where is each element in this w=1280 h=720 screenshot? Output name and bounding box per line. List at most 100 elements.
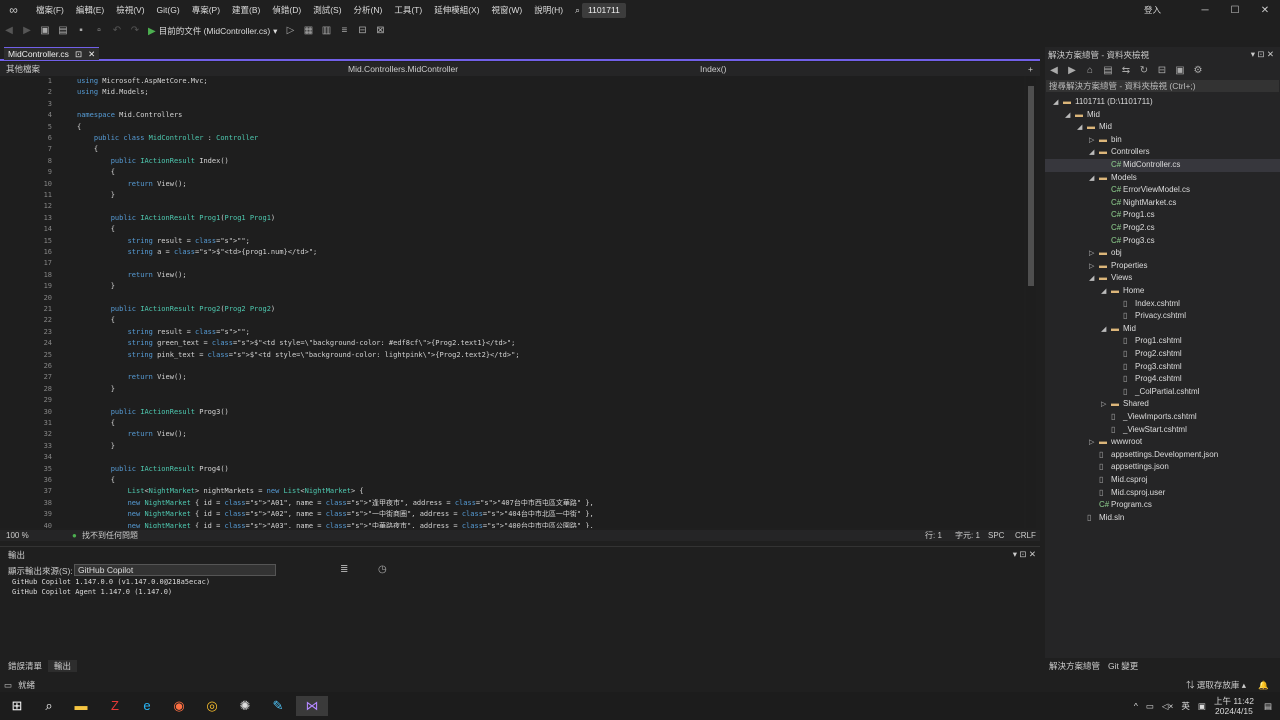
output-source-select[interactable]: GitHub Copilot bbox=[74, 564, 276, 576]
clock-icon[interactable]: ◷ bbox=[378, 564, 387, 575]
code-line[interactable]: 1 using Microsoft.AspNetCore.Mvc; bbox=[0, 76, 1024, 87]
refresh-icon[interactable]: ↻ bbox=[1137, 64, 1151, 78]
tree-item[interactable]: C# ErrorViewModel.cs bbox=[1045, 184, 1280, 197]
tree-item[interactable]: ▯ Prog2.cshtml bbox=[1045, 348, 1280, 361]
tree-item[interactable]: ▷ ▬ wwwroot bbox=[1045, 436, 1280, 449]
new-project-icon[interactable]: ▣ bbox=[38, 24, 52, 38]
save-all-icon[interactable]: ▫ bbox=[92, 24, 106, 38]
visual-studio-logo-icon[interactable]: ∞ bbox=[6, 3, 21, 18]
code-line[interactable]: 40 new NightMarket { id = class="s">"A03… bbox=[0, 521, 1024, 528]
undo-icon[interactable]: ↶ bbox=[110, 24, 124, 38]
sync-icon[interactable]: ⇆ bbox=[1119, 64, 1133, 78]
ime-icon[interactable]: ▣ bbox=[1198, 701, 1206, 712]
menu-item[interactable]: 檢視(V) bbox=[110, 0, 150, 21]
network-icon[interactable]: ▭ bbox=[1146, 701, 1154, 712]
side-tab[interactable]: 解決方案總管 bbox=[1045, 660, 1104, 672]
code-line[interactable]: 38 new NightMarket { id = class="s">"A01… bbox=[0, 498, 1024, 509]
menu-item[interactable]: 編輯(E) bbox=[70, 0, 110, 21]
menu-item[interactable]: 說明(H) bbox=[528, 0, 569, 21]
show-all-files-icon[interactable]: ▣ bbox=[1173, 64, 1187, 78]
code-line[interactable]: 21 public IActionResult Prog2(Prog2 Prog… bbox=[0, 304, 1024, 315]
bookmark-icon[interactable]: ⊠ bbox=[373, 24, 387, 38]
tree-item[interactable]: ◢ ▬ Mid bbox=[1045, 323, 1280, 336]
tree-item[interactable]: ◢ ▬ Mid bbox=[1045, 109, 1280, 122]
settings-icon[interactable]: ⚙ bbox=[1191, 64, 1205, 78]
start-debugging-button[interactable]: ▶ 目前的文件 (MidController.cs) ▾ bbox=[144, 25, 281, 37]
code-line[interactable]: 5{ bbox=[0, 122, 1024, 133]
chrome-icon[interactable]: ◎ bbox=[201, 696, 223, 716]
code-line[interactable]: 27 return View(); bbox=[0, 372, 1024, 383]
tab-midcontroller[interactable]: MidController.cs ⊡ ✕ bbox=[4, 47, 100, 60]
bottom-tab[interactable]: 輸出 bbox=[48, 659, 78, 672]
code-line[interactable]: 39 new NightMarket { id = class="s">"A02… bbox=[0, 509, 1024, 520]
menu-item[interactable]: 延伸模組(X) bbox=[428, 0, 485, 21]
filezilla-icon[interactable]: Z bbox=[104, 696, 126, 716]
tree-item[interactable]: ▷ ▬ bin bbox=[1045, 134, 1280, 147]
code-line[interactable]: 13 public IActionResult Prog1(Prog1 Prog… bbox=[0, 213, 1024, 224]
code-line[interactable]: 37 List<NightMarket> nightMarkets = new … bbox=[0, 486, 1024, 497]
tree-item[interactable]: C# MidController.cs bbox=[1045, 159, 1280, 172]
code-line[interactable]: 23 string result = class="s">""; bbox=[0, 327, 1024, 338]
tree-item[interactable]: C# Prog1.cs bbox=[1045, 209, 1280, 222]
code-line[interactable]: 12 bbox=[0, 201, 1024, 212]
scrollbar-thumb[interactable] bbox=[1028, 86, 1034, 286]
editor-scrollbar[interactable] bbox=[1026, 76, 1036, 528]
tree-item[interactable]: ▯ Prog3.cshtml bbox=[1045, 361, 1280, 374]
line-indicator[interactable]: 行: 1 bbox=[925, 530, 942, 541]
code-line[interactable]: 17 bbox=[0, 258, 1024, 269]
code-line[interactable]: 11 } bbox=[0, 190, 1024, 201]
code-line[interactable]: 16 string a = class="s">$"<td>{prog1.num… bbox=[0, 247, 1024, 258]
home-icon[interactable]: ⌂ bbox=[1083, 64, 1097, 78]
notepad-icon[interactable]: ✎ bbox=[267, 696, 289, 716]
firefox-icon[interactable]: ◉ bbox=[168, 696, 190, 716]
redo-icon[interactable]: ↷ bbox=[128, 24, 142, 38]
save-icon[interactable]: ▪ bbox=[74, 24, 88, 38]
code-line[interactable]: 10 return View(); bbox=[0, 179, 1024, 190]
menu-item[interactable]: Git(G) bbox=[151, 0, 186, 21]
code-line[interactable]: 30 public IActionResult Prog3() bbox=[0, 407, 1024, 418]
line-ending-indicator[interactable]: CRLF bbox=[1015, 530, 1036, 541]
menu-item[interactable]: 分析(N) bbox=[348, 0, 389, 21]
spacing-indicator[interactable]: SPC bbox=[988, 530, 1004, 541]
code-line[interactable]: 26 bbox=[0, 361, 1024, 372]
toolbox-icon[interactable]: ▦ bbox=[301, 24, 315, 38]
clock[interactable]: 上午 11:42 2024/4/15 bbox=[1214, 696, 1254, 716]
code-editor[interactable]: 1 using Microsoft.AspNetCore.Mvc; 2 using M… bbox=[0, 76, 1024, 528]
tree-item[interactable]: ◢ ▬ 1101711 (D:\1101711) bbox=[1045, 96, 1280, 109]
tree-item[interactable]: ◢ ▬ Models bbox=[1045, 172, 1280, 185]
minimize-icon[interactable]: ─ bbox=[1190, 0, 1220, 21]
solution-name-badge[interactable]: 1101711 bbox=[582, 3, 626, 18]
close-icon[interactable]: ✕ bbox=[1250, 0, 1280, 21]
code-line[interactable]: 34 bbox=[0, 452, 1024, 463]
tree-item[interactable]: ▯ appsettings.json bbox=[1045, 461, 1280, 474]
tree-item[interactable]: ▯ _ViewImports.cshtml bbox=[1045, 411, 1280, 424]
start-without-debugging-icon[interactable]: ▷ bbox=[283, 24, 297, 38]
code-line[interactable]: 4 namespace Mid.Controllers bbox=[0, 110, 1024, 121]
tree-item[interactable]: ◢ ▬ Home bbox=[1045, 285, 1280, 298]
solution-explorer-search[interactable]: 搜尋解決方案總管 - 資料夾檢視 (Ctrl+;) bbox=[1046, 80, 1279, 92]
menu-item[interactable]: 建置(B) bbox=[226, 0, 266, 21]
code-line[interactable]: 35 public IActionResult Prog4() bbox=[0, 464, 1024, 475]
code-line[interactable]: 8 public IActionResult Index() bbox=[0, 156, 1024, 167]
code-line[interactable]: 7 { bbox=[0, 144, 1024, 155]
code-line[interactable]: 33 } bbox=[0, 441, 1024, 452]
tree-item[interactable]: ◢ ▬ Controllers bbox=[1045, 146, 1280, 159]
forward-icon[interactable]: ▶ bbox=[1065, 64, 1079, 78]
code-line[interactable]: 28 } bbox=[0, 384, 1024, 395]
notifications-icon[interactable]: 🔔 bbox=[1258, 679, 1269, 691]
menu-item[interactable]: 測試(S) bbox=[307, 0, 347, 21]
side-tab[interactable]: Git 變更 bbox=[1104, 660, 1142, 672]
tree-item[interactable]: ▯ _ColPartial.cshtml bbox=[1045, 386, 1280, 399]
code-line[interactable]: 20 bbox=[0, 293, 1024, 304]
word-wrap-icon[interactable]: ≣ bbox=[340, 564, 348, 575]
code-line[interactable]: 22 { bbox=[0, 315, 1024, 326]
project-dropdown[interactable]: 其他檔案 bbox=[6, 62, 40, 76]
member-dropdown[interactable]: Index() bbox=[700, 62, 726, 76]
code-line[interactable]: 3 bbox=[0, 99, 1024, 110]
layout-icon[interactable]: ▥ bbox=[319, 24, 333, 38]
bottom-tab[interactable]: 錯誤清單 bbox=[2, 660, 48, 672]
menu-item[interactable]: 檔案(F) bbox=[30, 0, 70, 21]
notification-center-icon[interactable]: ▤ bbox=[1264, 701, 1272, 712]
search-icon[interactable]: ⌕ bbox=[38, 696, 60, 716]
tree-item[interactable]: ▯ Mid.csproj bbox=[1045, 474, 1280, 487]
